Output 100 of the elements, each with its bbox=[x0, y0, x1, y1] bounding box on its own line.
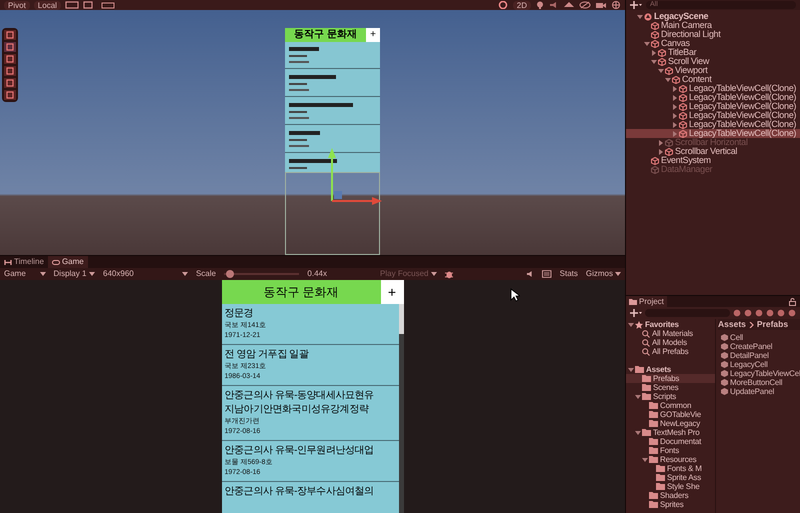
expand-arrow-icon[interactable] bbox=[651, 58, 657, 64]
local-dropdown[interactable]: Local bbox=[34, 0, 61, 10]
expand-arrow-icon[interactable] bbox=[651, 50, 657, 56]
expand-arrow-icon[interactable] bbox=[644, 40, 650, 46]
expand-arrow-icon[interactable] bbox=[672, 112, 678, 118]
expand-arrow-icon[interactable] bbox=[635, 394, 641, 400]
hierarchy-item[interactable]: TitleBar bbox=[626, 48, 800, 57]
asset-item[interactable]: MoreButtonCell bbox=[721, 378, 800, 387]
hierarchy-item[interactable]: LegacyTableViewCell(Clone) bbox=[626, 93, 800, 102]
project-tree-item[interactable]: Shaders bbox=[626, 491, 715, 500]
project-tree-item[interactable]: Assets bbox=[626, 365, 715, 374]
resolution-dropdown[interactable]: 640x960 bbox=[103, 268, 188, 280]
slider-thumb[interactable] bbox=[226, 270, 234, 278]
project-tree-item[interactable]: Scripts bbox=[626, 392, 715, 401]
scrollbar[interactable] bbox=[398, 304, 404, 513]
lock-icon[interactable] bbox=[789, 298, 796, 306]
asset-item[interactable]: UpdatePanel bbox=[721, 387, 800, 396]
hierarchy-item[interactable]: LegacyTableViewCell(Clone) bbox=[626, 84, 800, 93]
project-tree-item[interactable]: Common bbox=[626, 401, 715, 410]
expand-arrow-icon[interactable] bbox=[672, 86, 678, 92]
light-bulb-icon[interactable] bbox=[535, 1, 545, 9]
asset-item[interactable]: DetailPanel bbox=[721, 351, 800, 360]
chevron-icon bbox=[748, 322, 754, 328]
project-tree-item[interactable]: Style She bbox=[626, 482, 715, 491]
add-icon[interactable] bbox=[630, 1, 642, 9]
expand-arrow-icon[interactable] bbox=[628, 322, 634, 328]
pivot-dropdown[interactable]: Pivot bbox=[4, 0, 30, 10]
visibility-icon[interactable] bbox=[579, 1, 591, 9]
display-dropdown[interactable]: Display 1 bbox=[54, 268, 96, 280]
project-tree-item[interactable]: Favorites bbox=[626, 320, 715, 329]
hierarchy-item[interactable]: LegacyTableViewCell(Clone) bbox=[626, 102, 800, 111]
camera-icon[interactable] bbox=[595, 1, 607, 9]
cell-title: 안중근의사 유묵-인무원려난성대업 bbox=[224, 444, 375, 458]
expand-arrow-icon[interactable] bbox=[628, 366, 634, 372]
project-tree-item[interactable]: Scenes bbox=[626, 383, 715, 392]
hierarchy-item[interactable]: LegacyTableViewCell(Clone) bbox=[626, 129, 800, 138]
caret-icon bbox=[430, 272, 437, 276]
table-cell[interactable]: 안중근의사 유묵-장부수사심여철의 bbox=[222, 482, 398, 502]
cell-title: 전 영암 거푸집 일괄 bbox=[224, 348, 310, 362]
hierarchy-item[interactable]: LegacyTableViewCell(Clone) bbox=[626, 111, 800, 120]
canvas-title-bar: 동작구 문화재 bbox=[285, 28, 366, 42]
add-button[interactable]: + bbox=[366, 28, 380, 42]
project-tree-item[interactable]: All Prefabs bbox=[626, 347, 715, 356]
expand-arrow-icon[interactable] bbox=[658, 68, 664, 74]
globe-icon[interactable] bbox=[611, 1, 621, 9]
hierarchy-item[interactable]: Content bbox=[626, 75, 800, 84]
expand-arrow-icon[interactable] bbox=[665, 76, 671, 82]
asset-item[interactable]: CreatePanel bbox=[721, 342, 800, 351]
project-tree-item[interactable]: TextMesh Pro bbox=[626, 428, 715, 437]
hierarchy-item[interactable]: Scroll View bbox=[626, 57, 800, 66]
asset-item[interactable]: LegacyCell bbox=[721, 360, 800, 369]
panel-tab[interactable]: Game bbox=[48, 256, 88, 268]
scale-label: Scale bbox=[196, 268, 216, 280]
expand-arrow-icon[interactable] bbox=[637, 14, 643, 20]
project-tree-item[interactable]: All Models bbox=[626, 338, 715, 347]
hierarchy-item[interactable]: LegacyTableViewCell(Clone) bbox=[626, 120, 800, 129]
view-dropdown[interactable]: Game bbox=[4, 268, 46, 280]
project-tree-item[interactable]: Fonts bbox=[626, 446, 715, 455]
expand-arrow-icon[interactable] bbox=[672, 130, 678, 136]
project-tree-item[interactable]: Fonts & M bbox=[626, 464, 715, 473]
2d-toggle[interactable]: 2D bbox=[512, 0, 531, 10]
panel-tab[interactable]: Timeline bbox=[0, 256, 48, 268]
project-tree-item[interactable]: Documentat bbox=[626, 437, 715, 446]
expand-arrow-icon[interactable] bbox=[672, 94, 678, 100]
asset-item[interactable]: Cell bbox=[721, 333, 800, 342]
expand-arrow-icon[interactable] bbox=[672, 104, 678, 110]
expand-arrow-icon[interactable] bbox=[658, 140, 664, 146]
project-tree-item[interactable]: Sprite Ass bbox=[626, 473, 715, 482]
hierarchy-item[interactable]: Scrollbar Vertical bbox=[626, 147, 800, 156]
expand-arrow-icon[interactable] bbox=[658, 148, 664, 154]
expand-arrow-icon[interactable] bbox=[635, 430, 641, 436]
breadcrumb-link[interactable]: Prefabs bbox=[756, 318, 788, 331]
hierarchy-item[interactable]: LegacyScene bbox=[626, 12, 800, 21]
add-icon[interactable] bbox=[630, 309, 642, 317]
project-tree-item[interactable]: Prefabs bbox=[626, 374, 715, 383]
hierarchy-item[interactable]: Canvas bbox=[626, 39, 800, 48]
asset-item[interactable]: LegacyTableViewCel bbox=[721, 369, 800, 378]
cell-title: 지남아기안면화국미성유강계정략 bbox=[224, 403, 370, 417]
bug-icon[interactable] bbox=[444, 270, 454, 278]
project-tree-item[interactable]: All Materials bbox=[626, 329, 715, 338]
hierarchy-item[interactable]: Directional Light bbox=[626, 30, 800, 39]
project-tree-item[interactable]: NewLegacy bbox=[626, 419, 715, 428]
breadcrumb-link[interactable]: Assets bbox=[718, 318, 746, 331]
project-tree-item[interactable]: Resources bbox=[626, 455, 715, 464]
add-button[interactable]: + bbox=[380, 280, 404, 304]
expand-arrow-icon[interactable] bbox=[672, 122, 678, 128]
stats-button[interactable]: Stats bbox=[560, 268, 578, 280]
scrollbar-thumb[interactable] bbox=[398, 304, 404, 334]
expand-arrow-icon[interactable] bbox=[642, 456, 648, 462]
project-tree-item[interactable]: Sprites bbox=[626, 500, 715, 509]
stats-panel-icon[interactable] bbox=[542, 270, 552, 278]
hierarchy-item[interactable]: EventSystem bbox=[626, 156, 800, 165]
project-tree-item[interactable]: GOTableVie bbox=[626, 410, 715, 419]
hierarchy-item[interactable]: Viewport bbox=[626, 66, 800, 75]
hierarchy-item[interactable]: Main Camera bbox=[626, 21, 800, 30]
mute-audio-icon[interactable] bbox=[526, 270, 534, 278]
project-tab[interactable]: Project bbox=[626, 296, 667, 307]
gizmos-dropdown[interactable]: Gizmos bbox=[586, 268, 622, 280]
cell-title: 정문경 bbox=[224, 307, 254, 321]
folder-icon bbox=[629, 298, 637, 305]
